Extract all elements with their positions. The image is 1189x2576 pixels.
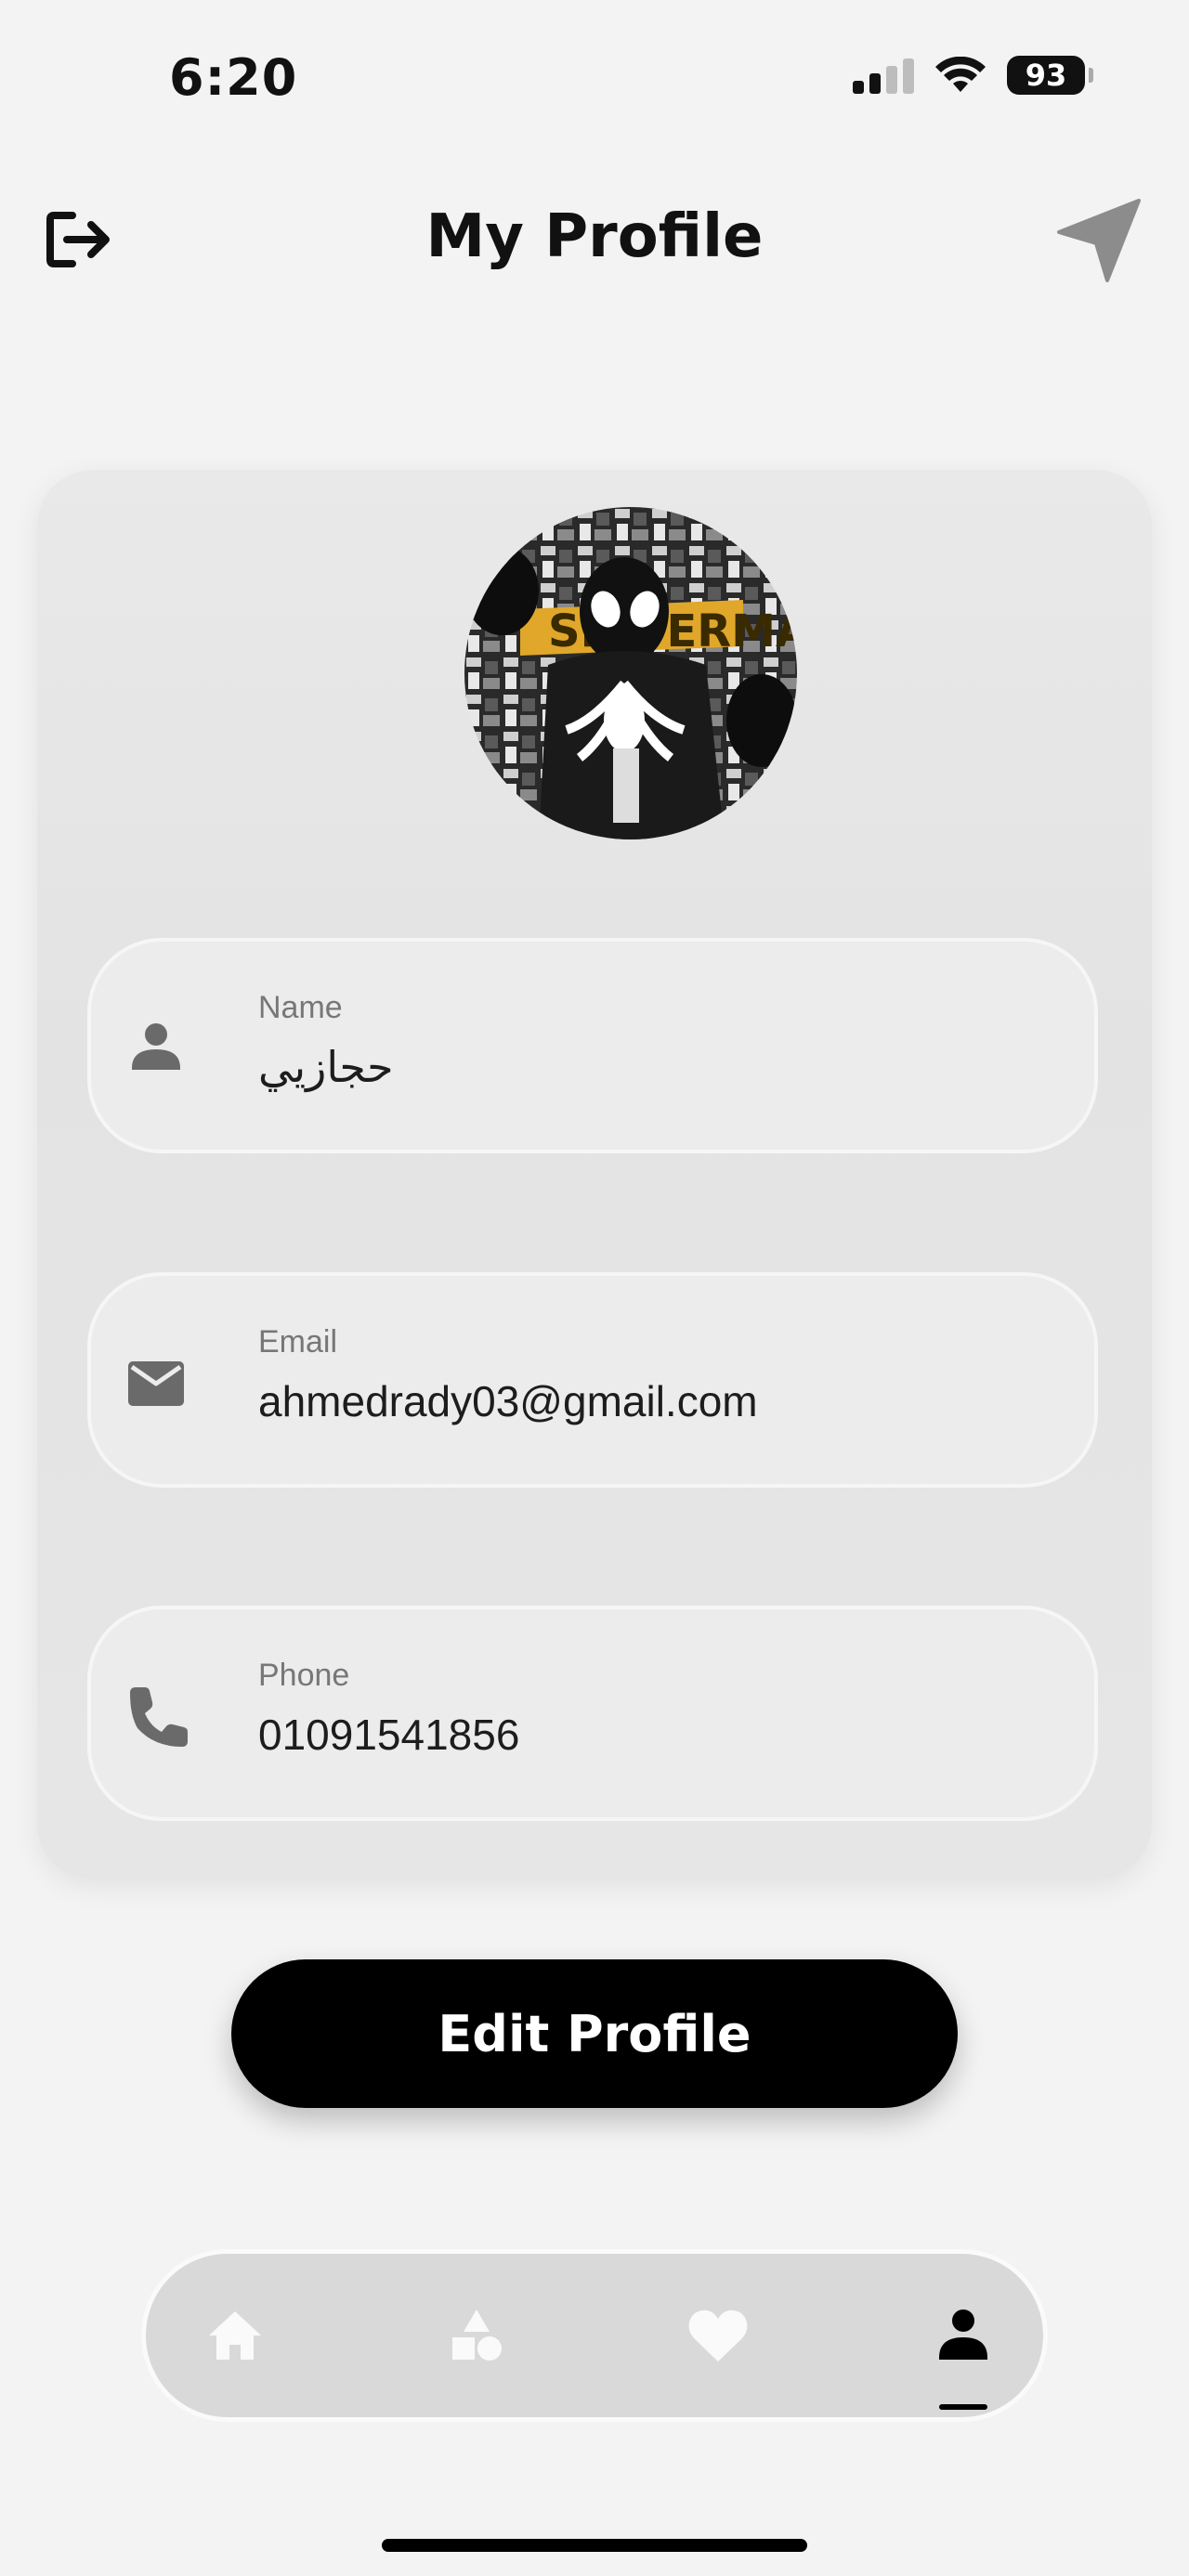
bottom-nav bbox=[141, 2249, 1048, 2422]
categories-icon bbox=[452, 2309, 502, 2361]
edit-profile-button[interactable]: Edit Profile bbox=[231, 1959, 958, 2108]
email-label: Email bbox=[258, 1324, 338, 1360]
status-icons: 93 bbox=[853, 56, 1093, 95]
battery-icon: 93 bbox=[1007, 56, 1093, 95]
wifi-icon bbox=[935, 57, 986, 92]
phone-value: 01091541856 bbox=[258, 1711, 520, 1759]
nav-favorites[interactable] bbox=[672, 2289, 764, 2382]
page-title: My Profile bbox=[425, 202, 764, 271]
phone-icon bbox=[130, 1687, 188, 1747]
nav-categories[interactable] bbox=[430, 2289, 523, 2382]
cellular-signal-icon bbox=[853, 57, 914, 94]
profile-card: SPIDERMAN Name حجازيي Email ahmedrady03@… bbox=[37, 470, 1152, 1880]
person-icon bbox=[132, 1023, 180, 1070]
name-label: Name bbox=[258, 990, 343, 1025]
name-field[interactable]: Name حجازيي bbox=[87, 938, 1098, 1153]
phone-label: Phone bbox=[258, 1658, 350, 1693]
navigation-arrow-icon[interactable] bbox=[1055, 197, 1143, 284]
email-value: ahmedrady03@gmail.com bbox=[258, 1377, 758, 1425]
name-value: حجازيي bbox=[258, 1043, 394, 1091]
avatar-image: SPIDERMAN bbox=[464, 507, 797, 839]
heart-icon bbox=[688, 2309, 748, 2361]
nav-profile[interactable] bbox=[917, 2289, 1010, 2382]
home-indicator bbox=[382, 2539, 807, 2552]
person-icon bbox=[939, 2309, 987, 2360]
nav-active-indicator bbox=[939, 2404, 987, 2410]
home-icon bbox=[209, 2311, 261, 2360]
mail-icon bbox=[128, 1361, 184, 1406]
email-field[interactable]: Email ahmedrady03@gmail.com bbox=[87, 1272, 1098, 1488]
avatar[interactable]: SPIDERMAN bbox=[464, 507, 797, 839]
nav-home[interactable] bbox=[189, 2289, 281, 2382]
phone-field[interactable]: Phone 01091541856 bbox=[87, 1606, 1098, 1821]
status-time: 6:20 bbox=[169, 48, 298, 107]
